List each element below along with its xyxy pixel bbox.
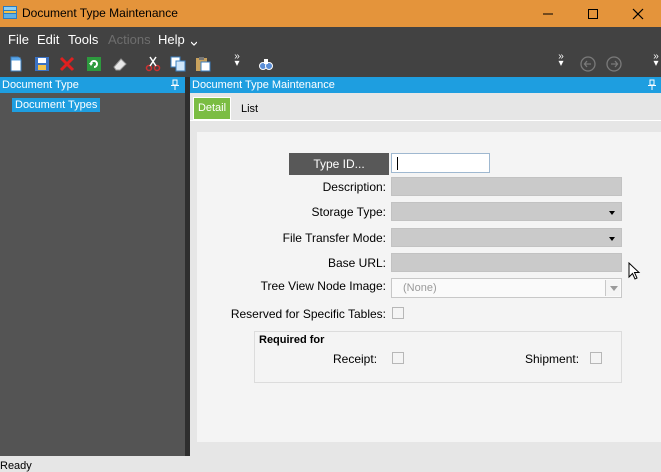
minimize-button[interactable] — [525, 0, 571, 27]
app-icon — [3, 6, 17, 19]
right-pane-title: Document Type Maintenance — [192, 79, 335, 91]
storage-type-select[interactable] — [391, 202, 622, 221]
pin-icon[interactable] — [170, 79, 180, 91]
menu-tools[interactable]: Tools — [68, 32, 98, 47]
description-label: Description: — [322, 180, 386, 194]
tab-strip: Detail List — [190, 93, 661, 120]
base-url-label: Base URL: — [327, 256, 386, 270]
shipment-label: Shipment: — [525, 352, 580, 366]
menu-help[interactable]: Help — [158, 32, 185, 47]
status-bar: Ready — [0, 456, 661, 472]
chevron-down-icon — [191, 41, 197, 46]
document-type-pane: Document Type Document Types — [0, 77, 185, 456]
toolbar: » ▾ » ▾ » ▾ — [0, 52, 661, 77]
menu-bar: File Edit Tools Actions Help — [0, 27, 661, 52]
cut-icon[interactable] — [145, 56, 161, 72]
tab-detail[interactable]: Detail — [193, 97, 231, 120]
tree-view-node-image-select[interactable]: (None) — [391, 278, 622, 298]
toolbar-overflow-1[interactable]: » ▾ — [233, 52, 241, 69]
description-field[interactable] — [391, 177, 622, 196]
find-icon[interactable] — [258, 56, 274, 72]
menu-file[interactable]: File — [8, 32, 29, 47]
base-url-field[interactable] — [391, 253, 622, 272]
required-for-title: Required for — [259, 334, 325, 346]
tree-view-node-image-value: (None) — [403, 282, 437, 294]
chevron-down-icon — [610, 286, 618, 291]
title-bar: Document Type Maintenance — [0, 0, 661, 27]
receipt-checkbox[interactable] — [392, 352, 404, 364]
chevron-down-icon — [609, 237, 615, 241]
maximize-icon — [588, 8, 598, 19]
status-text: Ready — [0, 460, 32, 472]
pin-icon[interactable] — [647, 79, 657, 91]
tab-divider — [190, 120, 661, 121]
back-arrow-icon[interactable] — [580, 56, 596, 72]
close-button[interactable] — [615, 0, 661, 27]
copy-icon[interactable] — [170, 56, 186, 72]
minimize-icon — [543, 13, 553, 14]
delete-icon[interactable] — [59, 56, 75, 72]
tree-node-document-types[interactable]: Document Types — [12, 98, 101, 112]
storage-type-label: Storage Type: — [311, 205, 387, 219]
save-icon[interactable] — [34, 56, 50, 72]
menu-actions: Actions — [108, 32, 151, 47]
shipment-checkbox[interactable] — [590, 352, 602, 364]
left-pane-header: Document Type — [0, 77, 185, 93]
tree-view-node-image-label: Tree View Node Image: — [260, 279, 386, 293]
file-transfer-mode-label: File Transfer Mode: — [282, 231, 386, 245]
left-pane-title: Document Type — [2, 79, 79, 91]
new-document-icon[interactable] — [8, 56, 24, 72]
close-icon — [632, 8, 644, 19]
menu-edit[interactable]: Edit — [37, 32, 59, 47]
maximize-button[interactable] — [570, 0, 616, 27]
reserved-label: Reserved for Specific Tables: — [230, 307, 386, 321]
tab-list[interactable]: List — [241, 103, 258, 115]
chevron-down-icon — [609, 211, 615, 215]
toolbar-overflow-2[interactable]: » ▾ — [557, 52, 565, 69]
type-id-input[interactable] — [391, 153, 490, 173]
mouse-cursor-icon — [628, 262, 641, 280]
maintenance-pane: Document Type Maintenance Detail List Ty… — [190, 77, 661, 456]
text-caret — [397, 157, 398, 170]
required-for-group: Required for Receipt: Shipment: — [254, 331, 622, 383]
detail-form: Type ID... Description: Storage Type: Fi… — [197, 132, 661, 442]
type-id-lookup-button[interactable]: Type ID... — [289, 153, 389, 175]
forward-arrow-icon[interactable] — [606, 56, 622, 72]
toolbar-overflow-3[interactable]: » ▾ — [652, 52, 660, 69]
combo-dropdown-button[interactable] — [605, 280, 620, 296]
refresh-icon[interactable] — [86, 56, 102, 72]
right-pane-header: Document Type Maintenance — [190, 77, 661, 93]
file-transfer-mode-select[interactable] — [391, 228, 622, 247]
paste-icon[interactable] — [195, 56, 211, 72]
reserved-checkbox[interactable] — [392, 307, 404, 319]
window-title: Document Type Maintenance — [22, 6, 178, 20]
eraser-icon[interactable] — [112, 56, 128, 72]
receipt-label: Receipt: — [333, 352, 378, 366]
